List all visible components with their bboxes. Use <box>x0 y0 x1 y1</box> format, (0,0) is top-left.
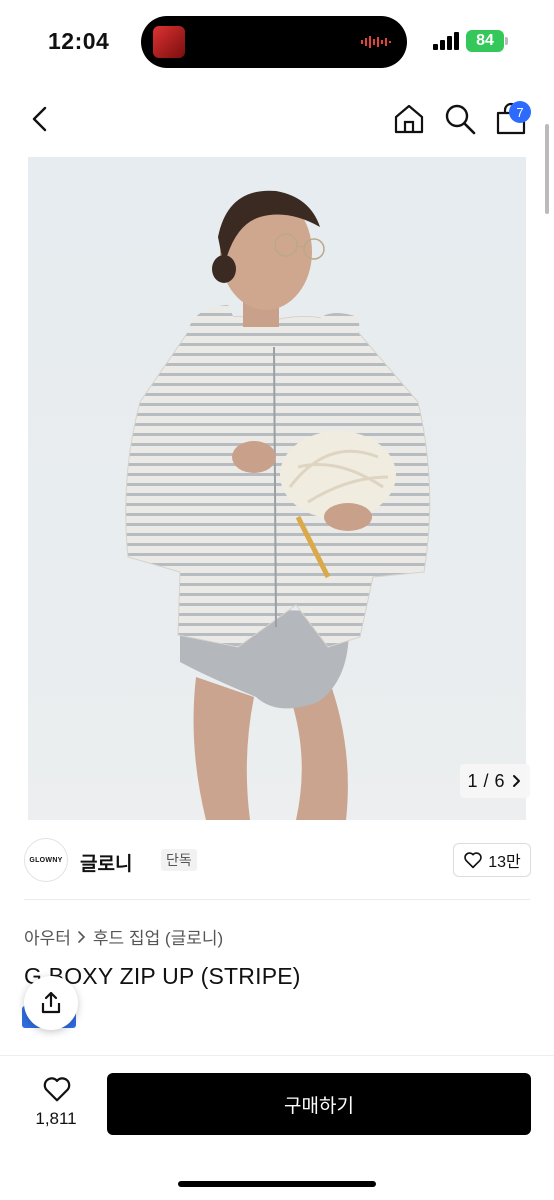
audio-wave-icon <box>361 36 391 48</box>
status-time: 12:04 <box>48 28 110 54</box>
product-photo-illustration <box>125 190 431 820</box>
cellular-signal-icon <box>433 32 459 50</box>
dynamic-island <box>141 16 407 68</box>
breadcrumb: 아우터 후드 집업 (글로니) <box>24 924 223 949</box>
gallery-total: 6 <box>494 770 505 791</box>
home-indicator[interactable] <box>178 1181 376 1187</box>
heart-icon <box>43 1077 71 1102</box>
exclusive-badge: 단독 <box>161 849 197 871</box>
heart-icon <box>464 852 483 869</box>
share-icon <box>41 991 61 1014</box>
gallery-separator: / <box>483 770 489 791</box>
chevron-right-icon <box>78 930 86 943</box>
chevron-left-icon[interactable] <box>24 102 58 136</box>
home-icon[interactable] <box>392 102 426 136</box>
brand-logo[interactable]: GLOWNY <box>24 838 68 882</box>
scrollbar-thumb[interactable] <box>545 124 549 214</box>
brand-name[interactable]: 글로니 <box>80 849 132 876</box>
share-button[interactable] <box>24 976 78 1030</box>
buy-button[interactable]: 구매하기 <box>107 1073 531 1135</box>
brand-row: GLOWNY 글로니 단독 13만 <box>24 838 531 884</box>
breadcrumb-item[interactable]: 아우터 <box>24 924 71 949</box>
wish-count: 1,811 <box>35 1109 77 1128</box>
brand-like-count: 13만 <box>488 854 521 871</box>
top-navigation <box>0 92 554 148</box>
gallery-counter[interactable]: 1 / 6 <box>460 764 530 798</box>
brand-like-button[interactable]: 13만 <box>453 843 531 877</box>
divider <box>24 899 530 900</box>
chevron-right-icon <box>512 775 520 787</box>
cart-count-badge: 7 <box>509 101 531 123</box>
now-playing-artwork <box>153 26 185 58</box>
product-image[interactable] <box>28 157 526 820</box>
battery-indicator: 84 <box>466 30 508 52</box>
status-bar: 12:04 84 <box>0 0 554 84</box>
search-icon[interactable] <box>443 102 477 136</box>
breadcrumb-item[interactable]: 후드 집업 (글로니) <box>93 924 223 949</box>
gallery-current: 1 <box>467 770 478 791</box>
